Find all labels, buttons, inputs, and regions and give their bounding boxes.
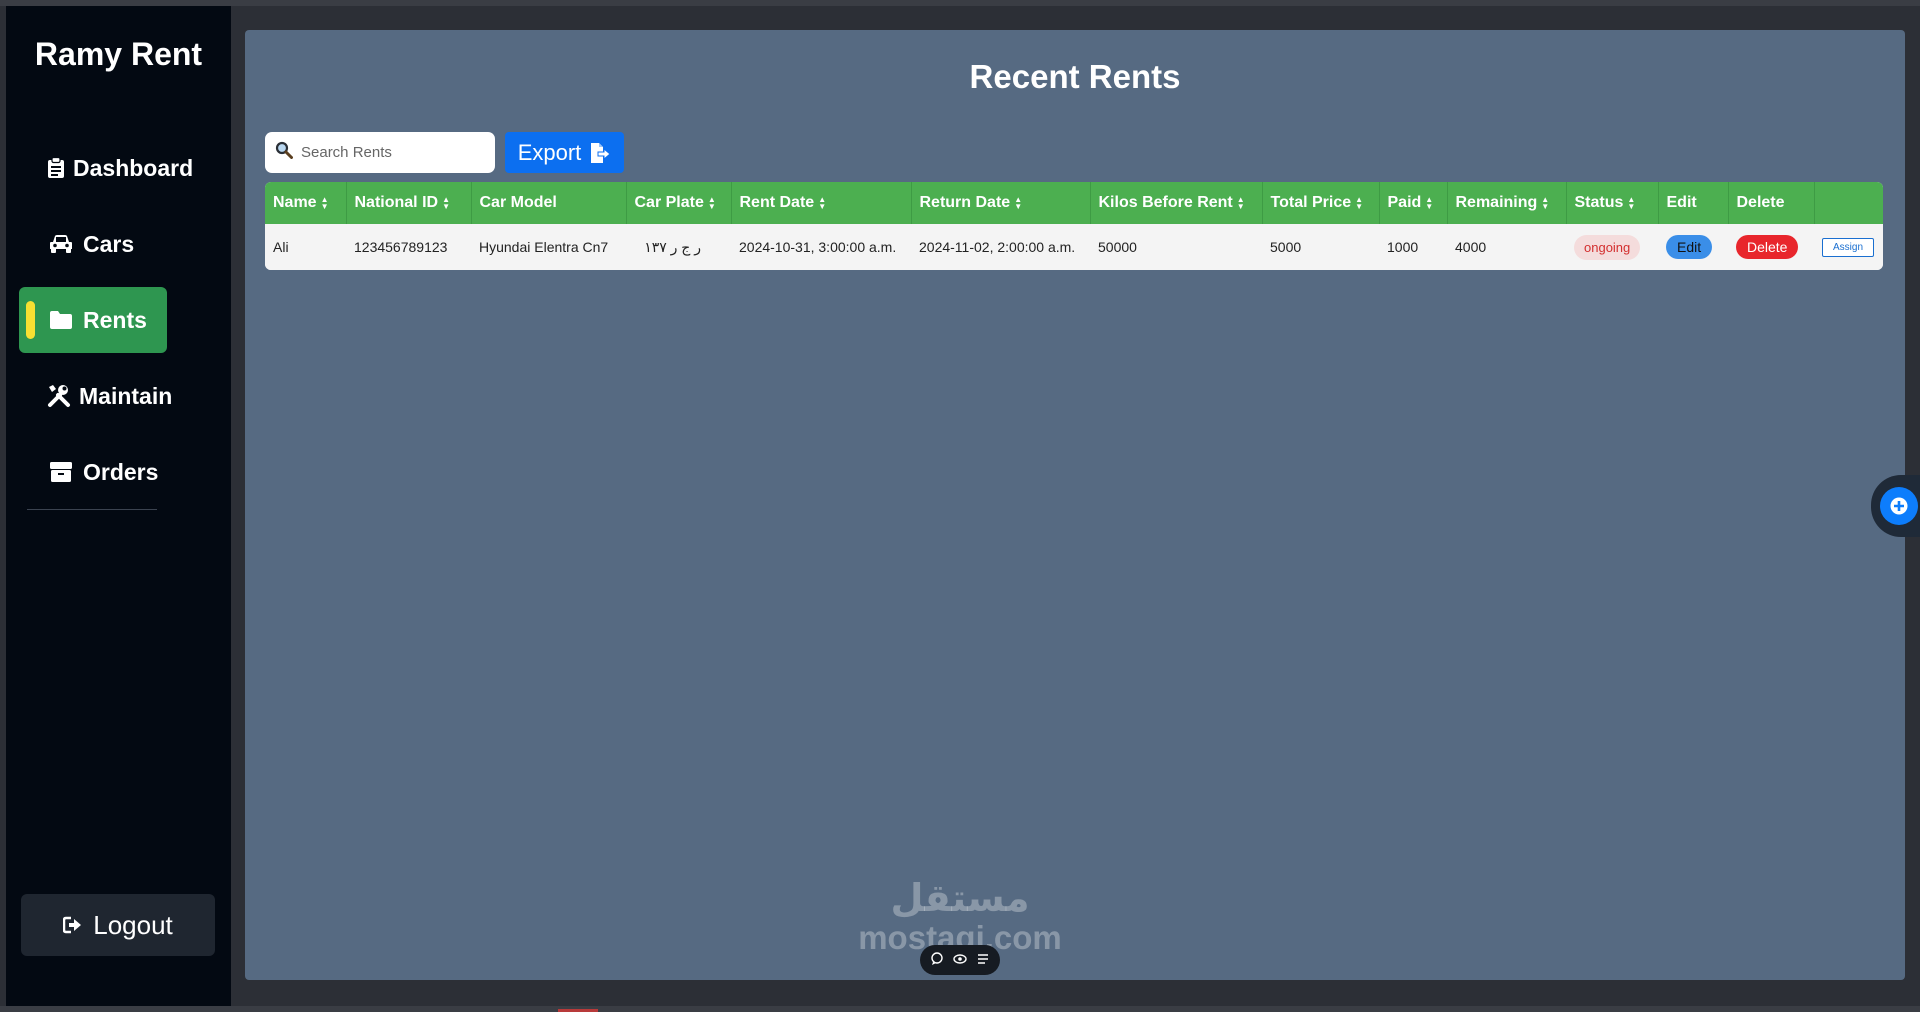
cell-status: ongoing — [1566, 224, 1658, 270]
sort-icon: ▲ ▼ — [442, 194, 450, 211]
rents-table: Name ▲ ▼ National ID ▲ ▼ Car Model Car Plate… — [265, 182, 1883, 270]
car-icon — [47, 234, 75, 254]
export-label: Export — [517, 139, 582, 165]
sidebar-item-label: Orders — [83, 458, 159, 485]
sort-icon: ▲ ▼ — [818, 194, 827, 211]
search-input[interactable] — [301, 144, 491, 161]
sidebar-item-label: Dashboard — [73, 154, 194, 181]
cell-rent-date: 2024-10-31, 3:00:00 a.m. — [739, 239, 897, 255]
cell-remaining: 4000 — [1455, 239, 1487, 255]
cell-paid: 1000 — [1387, 239, 1419, 255]
eye-icon[interactable] — [953, 952, 967, 969]
column-header-rent-date[interactable]: Rent Date ▲ ▼ — [731, 182, 912, 224]
column-header-remaining[interactable]: Remaining ▲ ▼ — [1447, 182, 1567, 224]
sidebar-item-cars[interactable]: Cars — [19, 211, 167, 277]
sidebar-item-label: Maintain — [79, 382, 173, 409]
cell-delete: Delete — [1728, 224, 1814, 270]
sort-icon: ▲ ▼ — [707, 194, 716, 211]
search-icon — [275, 141, 293, 164]
sidebar-item-maintain[interactable]: Maintain — [19, 363, 172, 429]
cell-total-price: 5000 — [1270, 239, 1302, 255]
cell-assign: Assign — [1814, 224, 1883, 270]
clipboard-icon — [47, 157, 65, 179]
sort-icon: ▲ ▼ — [1236, 194, 1245, 211]
column-header-car-model: Car Model — [471, 182, 627, 224]
column-header-national-id[interactable]: National ID ▲ ▼ — [346, 182, 472, 224]
sidebar-item-orders[interactable]: Orders — [19, 439, 167, 505]
sidebar: Ramy Rent Dashboard Cars Rents Maintain … — [6, 6, 231, 1006]
tools-icon — [47, 384, 71, 408]
status-badge: ongoing — [1574, 234, 1641, 260]
window-bottom-border — [0, 1006, 1920, 1012]
main-panel: Recent Rents Export Name▲▼ National ID▲▼ — [245, 30, 1905, 980]
column-header-total-price[interactable]: Total Price ▲ ▼ — [1262, 182, 1380, 224]
sort-icon: ▲ ▼ — [1627, 194, 1636, 211]
list-icon[interactable] — [976, 952, 990, 969]
delete-button[interactable]: Delete — [1736, 235, 1799, 259]
sort-icon: ▲ ▼ — [1355, 194, 1364, 211]
assign-button[interactable]: Assign — [1822, 238, 1875, 257]
table-row: Ali 123456789123 Hyundai Elentra Cn7 ر ج… — [265, 224, 1883, 270]
sidebar-item-rents[interactable]: Rents — [19, 287, 167, 353]
sidebar-item-label: Rents — [83, 306, 147, 333]
mini-toolbar — [920, 945, 1000, 975]
sidebar-item-label: Cars — [83, 230, 135, 257]
brand-title: Ramy Rent — [34, 36, 203, 72]
sidebar-divider — [27, 509, 157, 510]
column-header-kilos-before-rent[interactable]: Kilos Before Rent ▲ ▼ — [1090, 182, 1263, 224]
sort-icon: ▲ ▼ — [1541, 194, 1550, 211]
column-header-assign — [1814, 182, 1883, 224]
watermark-arabic: مستقل — [890, 878, 1030, 920]
export-button[interactable]: Export — [505, 132, 624, 173]
sidebar-item-dashboard[interactable]: Dashboard — [19, 135, 193, 201]
table-header-row: Name ▲ ▼ National ID ▲ ▼ Car Model Car Plate… — [265, 182, 1883, 224]
sort-icon: ▲ ▼ — [320, 194, 329, 211]
sort-icon: ▲ ▼ — [1014, 194, 1023, 211]
cell-return-date: 2024-11-02, 2:00:00 a.m. — [919, 239, 1076, 255]
cell-car-plate: ر ج ر ١٣٧ — [644, 238, 701, 255]
column-header-status[interactable]: Status ▲ ▼ — [1566, 182, 1659, 224]
logout-icon — [63, 915, 83, 935]
cell-edit: Edit — [1658, 224, 1728, 270]
active-indicator — [26, 301, 35, 339]
cell-kilos-before-rent: 50000 — [1098, 239, 1137, 255]
edit-button[interactable]: Edit — [1666, 235, 1713, 259]
cell-car-model: Hyundai Elentra Cn7 — [479, 239, 609, 255]
folder-icon — [47, 310, 75, 330]
comment-icon[interactable] — [930, 951, 944, 969]
column-header-return-date[interactable]: Return Date ▲ ▼ — [911, 182, 1091, 224]
page-title: Recent Rents — [969, 58, 1181, 95]
cell-name: Ali — [273, 239, 289, 255]
box-icon — [47, 461, 75, 483]
logout-button[interactable]: Logout — [21, 894, 215, 956]
floating-add-tab[interactable] — [1871, 475, 1920, 537]
column-header-delete: Delete — [1728, 182, 1815, 224]
plus-circle-icon[interactable] — [1880, 487, 1918, 525]
column-header-name[interactable]: Name ▲ ▼ — [265, 182, 347, 224]
file-export-icon — [589, 142, 612, 164]
column-header-paid[interactable]: Paid ▲ ▼ — [1379, 182, 1448, 224]
column-header-car-plate[interactable]: Car Plate ▲ ▼ — [626, 182, 732, 224]
sort-icon: ▲ ▼ — [1425, 194, 1434, 211]
search-box[interactable] — [265, 132, 495, 173]
logout-label: Logout — [93, 909, 173, 940]
column-header-edit: Edit — [1658, 182, 1729, 224]
cell-national-id: 123456789123 — [354, 239, 448, 255]
window-top-border — [0, 0, 1920, 6]
